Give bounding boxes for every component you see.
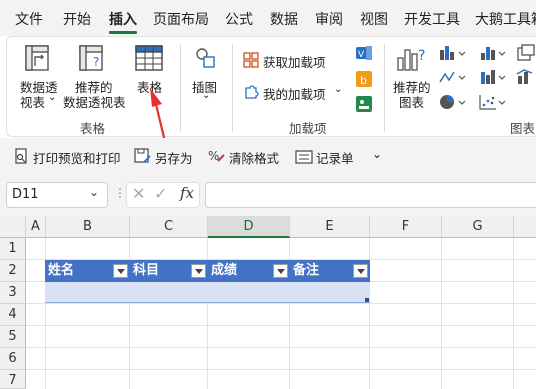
grid-line xyxy=(26,369,536,370)
column-header-a[interactable]: A xyxy=(26,216,46,238)
grid-line xyxy=(26,303,536,304)
row-header-1[interactable]: 1 xyxy=(0,238,26,260)
tab-data[interactable]: 数据 xyxy=(270,0,298,36)
tab-page-layout[interactable]: 页面布局 xyxy=(153,0,209,36)
select-all-corner[interactable] xyxy=(0,216,26,238)
tab-developer[interactable]: 开发工具 xyxy=(404,0,460,36)
filter-dropdown-icon[interactable] xyxy=(113,264,128,278)
filter-dropdown-icon[interactable] xyxy=(353,264,368,278)
formula-input[interactable] xyxy=(205,182,536,208)
recommended-charts-label-2[interactable]: 图表 xyxy=(399,92,424,111)
line-chart-icon[interactable] xyxy=(438,68,468,86)
table-resize-handle[interactable] xyxy=(365,298,369,302)
record-form-button[interactable]: 记录单 xyxy=(316,148,354,167)
row-header-5[interactable]: 5 xyxy=(0,326,26,348)
recommended-charts-icon: ? xyxy=(396,44,430,74)
get-addins-button[interactable]: 获取加载项 xyxy=(263,52,326,71)
filter-dropdown-icon[interactable] xyxy=(191,264,206,278)
people-graph-icon[interactable] xyxy=(355,95,373,113)
pivot-table-icon xyxy=(24,44,52,74)
print-preview-icon xyxy=(13,148,29,164)
tables-group-label: 表格 xyxy=(80,121,106,136)
more-options-icon[interactable]: ⋮ xyxy=(114,186,126,200)
grid-line xyxy=(26,325,536,326)
svg-text:?: ? xyxy=(418,48,425,64)
statistic-chart-icon[interactable] xyxy=(516,44,536,62)
svg-text:%: % xyxy=(208,149,219,163)
insert-function-icon[interactable]: fx xyxy=(180,184,194,202)
save-as-icon xyxy=(134,148,152,164)
tab-file[interactable]: 文件 xyxy=(15,0,43,36)
save-as-button[interactable]: 另存为 xyxy=(155,148,193,167)
column-header-h[interactable] xyxy=(514,216,536,238)
record-form-icon xyxy=(295,149,313,164)
customize-toolbar-icon[interactable]: ⌄ xyxy=(372,147,382,161)
name-box-value: D11 xyxy=(12,187,39,202)
chevron-down-icon[interactable]: ⌄ xyxy=(48,92,56,103)
column-header-g[interactable]: G xyxy=(442,216,514,238)
row-header-2[interactable]: 2 xyxy=(0,260,26,282)
combo-chart-icon[interactable] xyxy=(516,68,536,86)
grid-line xyxy=(513,238,514,389)
table-icon xyxy=(134,44,164,74)
svg-text:?: ? xyxy=(93,55,99,69)
row-header-3[interactable]: 3 xyxy=(0,282,26,304)
tab-view[interactable]: 视图 xyxy=(360,0,388,36)
scatter-chart-icon[interactable] xyxy=(478,93,508,111)
chevron-down-icon[interactable]: ⌄ xyxy=(202,90,210,101)
my-addins-button[interactable]: 我的加载项 xyxy=(263,84,326,103)
group-divider xyxy=(384,44,385,132)
svg-text:V: V xyxy=(358,50,365,60)
my-addins-icon xyxy=(243,83,259,99)
tab-review[interactable]: 审阅 xyxy=(315,0,343,36)
pie-chart-icon[interactable] xyxy=(438,93,468,111)
grid-line xyxy=(26,347,536,348)
column-header-e[interactable]: E xyxy=(290,216,370,238)
group-divider xyxy=(180,44,181,132)
chevron-down-icon[interactable]: ⌄ xyxy=(334,84,342,95)
clear-format-icon: % xyxy=(208,148,226,164)
row-header-6[interactable]: 6 xyxy=(0,348,26,370)
column-header-b[interactable]: B xyxy=(46,216,130,238)
grid-line xyxy=(441,238,442,389)
bing-icon[interactable]: b xyxy=(355,70,373,88)
recommended-pivot-label-2[interactable]: 数据透视表 xyxy=(63,92,126,111)
tab-formulas[interactable]: 公式 xyxy=(225,0,253,36)
tab-home[interactable]: 开始 xyxy=(63,0,91,36)
clear-format-button[interactable]: 清除格式 xyxy=(229,148,279,167)
bar-chart-icon[interactable] xyxy=(478,68,508,86)
addins-group-label: 加载项 xyxy=(289,121,327,136)
svg-text:b: b xyxy=(360,74,367,87)
group-divider xyxy=(232,44,233,132)
cancel-icon[interactable]: ✕ xyxy=(132,184,145,203)
print-preview-button[interactable]: 打印预览和打印 xyxy=(33,148,121,167)
column-header-d[interactable]: D xyxy=(208,216,290,238)
shapes-icon xyxy=(194,46,216,70)
column-chart-icon[interactable] xyxy=(438,44,468,62)
chevron-down-icon[interactable]: ⌄ xyxy=(89,185,99,199)
recommended-pivot-icon: ? xyxy=(78,44,108,74)
row-header-4[interactable]: 4 xyxy=(0,304,26,326)
filter-dropdown-icon[interactable] xyxy=(273,264,288,278)
row-header-7[interactable]: 7 xyxy=(0,370,26,389)
hierarchy-chart-icon[interactable] xyxy=(478,44,508,62)
enter-icon[interactable]: ✓ xyxy=(154,184,167,203)
table-row[interactable] xyxy=(45,282,370,303)
column-header-c[interactable]: C xyxy=(130,216,208,238)
column-header-f[interactable]: F xyxy=(370,216,442,238)
pivot-table-label-2[interactable]: 视表 xyxy=(20,92,45,111)
store-icon xyxy=(243,52,259,68)
active-tab-indicator xyxy=(109,31,137,34)
charts-group-label: 图表 xyxy=(510,121,536,136)
tab-toolbox[interactable]: 大鹅工具箱 xyxy=(475,0,536,36)
visio-icon[interactable]: V xyxy=(355,44,373,62)
